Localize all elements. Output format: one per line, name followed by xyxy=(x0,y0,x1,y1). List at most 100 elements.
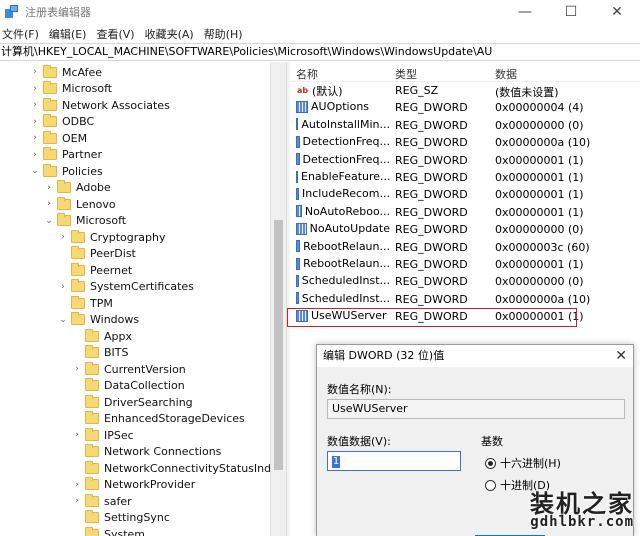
tree-item[interactable]: System xyxy=(72,526,145,536)
collapse-chevron-icon[interactable]: ⌄ xyxy=(44,213,54,229)
expand-chevron-icon[interactable]: › xyxy=(58,229,68,245)
column-type-header[interactable]: 类型 xyxy=(395,66,417,82)
value-row[interactable]: ab (默认) REG_SZ (数值未设置) xyxy=(290,82,640,99)
usewuserver-highlight-box xyxy=(287,308,577,327)
tree-item[interactable]: NetworkConnectivityStatusIndicator xyxy=(72,460,286,476)
expand-chevron-icon[interactable]: › xyxy=(72,477,82,493)
value-row[interactable]: DetectionFreq... REG_DWORD 0x0000000a (10) xyxy=(290,134,640,151)
tree-item[interactable]: › CurrentVersion xyxy=(72,361,186,377)
dialog-close-button[interactable]: ✕ xyxy=(615,345,627,367)
value-row[interactable]: ScheduledInst... REG_DWORD 0x0000000a (10) xyxy=(290,291,640,308)
expand-chevron-icon[interactable]: › xyxy=(30,147,40,163)
menu-help[interactable]: 帮助(H) xyxy=(199,26,248,42)
value-row[interactable]: RebootRelaun... REG_DWORD 0x00000001 (1) xyxy=(290,256,640,273)
menu-edit[interactable]: 编辑(E) xyxy=(44,26,92,42)
tree-item[interactable]: Network Connections xyxy=(72,444,221,460)
value-row[interactable]: AutoInstallMin... REG_DWORD 0x00000000 (0) xyxy=(290,117,640,134)
value-row[interactable]: NoAutoUpdate REG_DWORD 0x00000000 (0) xyxy=(290,221,640,238)
dword-value-icon xyxy=(296,205,302,218)
tree-item[interactable]: PeerDist xyxy=(58,246,136,262)
tree-item[interactable]: TPM xyxy=(58,295,113,311)
expand-chevron-icon[interactable]: › xyxy=(30,97,40,113)
column-name-header[interactable]: 名称 xyxy=(296,66,318,82)
tree-item[interactable]: BITS xyxy=(72,345,129,361)
tree-item-label: McAfee xyxy=(62,65,103,79)
collapse-chevron-icon[interactable]: ⌄ xyxy=(30,163,40,179)
tree-item[interactable]: › ODBC xyxy=(30,114,94,130)
value-row[interactable]: RebootRelaun... REG_DWORD 0x0000003c (60) xyxy=(290,239,640,256)
expand-chevron-icon[interactable]: › xyxy=(44,180,54,196)
value-name-cell: ScheduledInst... xyxy=(296,274,390,287)
value-name-cell: DetectionFreq... xyxy=(296,153,390,166)
tree-item-label: OEM xyxy=(62,131,88,145)
value-row[interactable]: NoAutoReboo... REG_DWORD 0x00000001 (1) xyxy=(290,204,640,221)
value-name-text: AUOptions xyxy=(311,100,370,114)
tree-item[interactable]: ⌄ Windows xyxy=(58,312,139,328)
folder-icon xyxy=(71,262,85,276)
maximize-button[interactable]: ☐ xyxy=(548,0,594,24)
no-expander xyxy=(58,295,68,311)
expand-chevron-icon[interactable]: › xyxy=(30,114,40,130)
close-button[interactable]: ✕ xyxy=(594,0,640,24)
value-row[interactable]: DetectionFreq... REG_DWORD 0x00000001 (1) xyxy=(290,152,640,169)
tree-scrollbar-thumb[interactable] xyxy=(274,220,283,470)
expand-chevron-icon[interactable]: › xyxy=(58,279,68,295)
tree-item[interactable]: SettingSync xyxy=(72,510,170,526)
tree-scrollbar[interactable] xyxy=(270,62,286,536)
expand-chevron-icon[interactable]: › xyxy=(72,493,82,509)
menu-favorites[interactable]: 收藏夹(A) xyxy=(140,26,199,42)
value-data-field[interactable]: 1 xyxy=(327,451,461,471)
no-expander xyxy=(72,526,82,536)
tree-item[interactable]: › Network Associates xyxy=(30,97,170,113)
tree-item[interactable]: Peernet xyxy=(58,262,132,278)
expand-chevron-icon[interactable]: › xyxy=(30,130,40,146)
folder-icon xyxy=(85,526,99,536)
tree-item[interactable]: › OEM xyxy=(30,130,87,146)
column-data-header[interactable]: 数据 xyxy=(495,66,517,82)
tree-item-label: Policies xyxy=(62,164,103,178)
address-bar[interactable]: 计算机\HKEY_LOCAL_MACHINE\SOFTWARE\Policies… xyxy=(0,43,640,61)
tree-item[interactable]: › safer xyxy=(72,493,132,509)
tree-item[interactable]: › Partner xyxy=(30,147,102,163)
expand-chevron-icon[interactable]: › xyxy=(44,196,54,212)
tree-item[interactable]: DataCollection xyxy=(72,378,185,394)
tree-item-label: Network Associates xyxy=(62,98,170,112)
value-name-field[interactable]: UseWUServer xyxy=(327,399,625,419)
value-type-cell: REG_DWORD xyxy=(395,223,468,237)
value-row[interactable]: IncludeRecom... REG_DWORD 0x00000001 (1) xyxy=(290,186,640,203)
tree-item[interactable]: › Adobe xyxy=(44,180,111,196)
value-row[interactable]: AUOptions REG_DWORD 0x00000004 (4) xyxy=(290,99,640,116)
expand-chevron-icon[interactable]: › xyxy=(30,81,40,97)
tree-item[interactable]: › IPSec xyxy=(72,427,134,443)
value-type-cell: REG_SZ xyxy=(395,84,439,97)
value-name-cell: AUOptions xyxy=(296,100,390,113)
tree-item[interactable]: › Lenovo xyxy=(44,196,116,212)
tree-item[interactable]: › Microsoft xyxy=(30,81,112,97)
tree-item[interactable]: ⌄ Microsoft xyxy=(44,213,126,229)
value-row[interactable]: EnableFeature... REG_DWORD 0x00000001 (1) xyxy=(290,169,640,186)
menu-view[interactable]: 查看(V) xyxy=(91,26,139,42)
value-row[interactable]: ScheduledInst... REG_DWORD 0x00000000 (0) xyxy=(290,273,640,290)
tree-item-label: PeerDist xyxy=(90,247,136,260)
tree-item-label: NetworkProvider xyxy=(104,478,196,491)
expand-chevron-icon[interactable]: › xyxy=(72,427,82,443)
tree-item[interactable]: › SystemCertificates xyxy=(58,279,194,295)
hex-radio[interactable]: 十六进制(H) xyxy=(485,455,561,471)
tree-item[interactable]: Appx xyxy=(72,328,132,344)
collapse-chevron-icon[interactable]: ⌄ xyxy=(58,312,68,328)
expand-chevron-icon[interactable]: › xyxy=(30,64,40,80)
tree-item[interactable]: DriverSearching xyxy=(72,394,193,410)
tree-item[interactable]: ⌄ Policies xyxy=(30,163,103,179)
hex-radio-dot xyxy=(485,457,496,469)
menu-file[interactable]: 文件(F) xyxy=(0,26,44,42)
dword-value-icon xyxy=(296,100,308,113)
tree-item[interactable]: › McAfee xyxy=(30,64,102,80)
tree-item[interactable]: › Cryptography xyxy=(58,229,165,245)
tree-item-label: SystemCertificates xyxy=(90,280,194,293)
minimize-button[interactable]: — xyxy=(502,0,548,24)
folder-icon xyxy=(85,493,99,507)
dword-value-icon xyxy=(296,153,300,166)
tree-item[interactable]: › NetworkProvider xyxy=(72,477,195,493)
tree-item[interactable]: EnhancedStorageDevices xyxy=(72,411,245,427)
expand-chevron-icon[interactable]: › xyxy=(72,361,82,377)
